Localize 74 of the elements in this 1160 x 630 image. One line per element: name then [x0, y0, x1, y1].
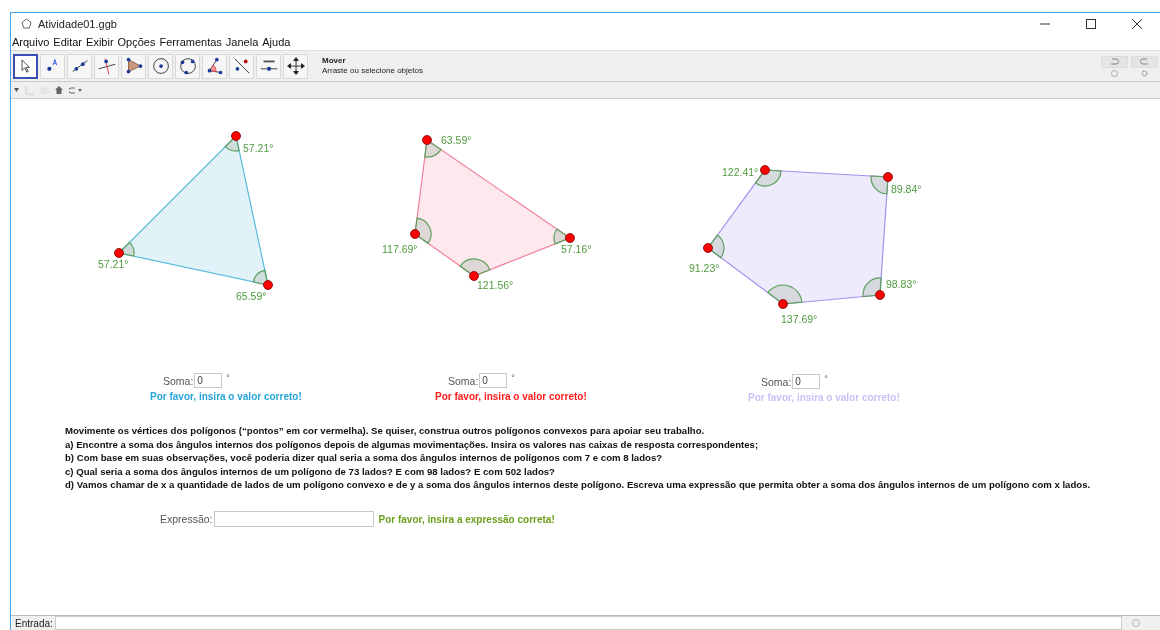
close-icon[interactable]	[1132, 18, 1142, 29]
menu-item[interactable]: Opções	[117, 36, 156, 48]
vertex-point[interactable]	[263, 280, 273, 290]
move-arrows-icon	[284, 55, 307, 77]
vertex-point[interactable]	[703, 243, 713, 253]
vertex-point[interactable]	[231, 131, 241, 141]
instruction-text: Movimente os vértices dos polígonos (“pontos” em cor vermelha). Se quiser, construa outros polígonos convexos para apoiar seu trabalho.	[65, 424, 706, 438]
angle-marker	[870, 175, 889, 195]
vertex-point[interactable]	[469, 271, 479, 281]
degree-unit: °	[226, 373, 230, 383]
redo-icon	[1139, 58, 1149, 65]
angle-marker	[767, 284, 803, 305]
angle-label: 57.21°	[243, 142, 274, 154]
expression-field[interactable]	[213, 511, 374, 527]
home-icon[interactable]	[55, 86, 63, 94]
degree-unit: °	[511, 373, 515, 383]
answer-field[interactable]: 0	[792, 374, 821, 389]
angle-label: 91.23°	[689, 262, 720, 274]
maximize-icon[interactable]	[1086, 18, 1096, 29]
field-label: Soma:	[448, 374, 479, 387]
input-field[interactable]	[54, 616, 1122, 630]
angle-marker	[862, 277, 882, 298]
answer-field[interactable]: 0	[194, 373, 223, 388]
menu-item[interactable]: Janela	[225, 36, 259, 48]
menu-item[interactable]: Ajuda	[262, 36, 291, 48]
pentagon-icon	[21, 18, 32, 29]
menu-item[interactable]: Exibir	[86, 36, 114, 48]
angle-label: 137.69°	[781, 313, 818, 325]
angle-label: 63.59°	[441, 134, 472, 146]
degree-unit: °	[824, 374, 828, 384]
angle-marker	[252, 269, 269, 286]
answer-field[interactable]: 0	[479, 373, 508, 388]
instruction-text: d) Vamos chamar de x a quantidade de lados de um polígono convexo e de y a soma dos ângulos internos deste polígono. Escreva uma expressão que permita obter a soma dos ângulos internos de um polígono com x lados.	[65, 478, 1091, 492]
tool-name: Mover	[322, 56, 347, 66]
angle-label: 65.59°	[236, 290, 267, 302]
capture-icon[interactable]	[69, 86, 83, 94]
input-bar-label: Entrada:	[15, 617, 53, 629]
tool-hint: Arraste ou selecione objetos	[322, 66, 423, 76]
angle-label: 122.41°	[722, 166, 759, 178]
field-label: Expressão:	[160, 513, 213, 525]
tool-button[interactable]	[13, 53, 38, 79]
angle-label: 98.83°	[886, 278, 917, 290]
field-label: Soma:	[761, 375, 792, 388]
angle-marker	[424, 139, 442, 158]
vertex-point[interactable]	[410, 229, 420, 239]
angle-label: 121.56°	[477, 279, 514, 291]
instruction-text: a) Encontre a soma dos ângulos internos dos polígonos depois de algumas movimentações. Insira os valores nas caixas de resposta correspondentes;	[65, 437, 760, 452]
angle-label: 117.69°	[382, 243, 418, 255]
angle-marker	[414, 217, 432, 244]
angle-label: 57.21°	[98, 258, 129, 270]
vertex-point[interactable]	[114, 248, 124, 258]
window-title: Atividade01.ggb	[38, 17, 118, 30]
undo-icon	[1109, 58, 1119, 65]
vertex-point[interactable]	[760, 165, 770, 175]
instruction-text: b) Com base em suas observações, você poderia dizer qual seria a soma dos ângulos internos de polígonos com 7 e com 8 lados?	[65, 451, 664, 465]
menu-item[interactable]: Ferramentas	[159, 36, 222, 48]
feedback-text: Por favor, insira o valor correto!	[435, 391, 587, 402]
menu-item[interactable]: Arquivo	[12, 36, 50, 48]
angle-label: 57.16°	[561, 243, 592, 255]
vertex-point[interactable]	[778, 299, 788, 309]
field-label: Soma:	[163, 374, 194, 387]
menu-item[interactable]: Editar	[53, 36, 83, 48]
feedback-text: Por favor, insira o valor correto!	[150, 391, 302, 402]
caret-icon[interactable]	[14, 88, 19, 92]
vertex-point[interactable]	[883, 172, 893, 182]
vertex-point[interactable]	[565, 233, 575, 243]
angle-label: 89.84°	[891, 183, 922, 195]
angle-marker	[459, 258, 491, 277]
vertex-point[interactable]	[422, 135, 432, 145]
vertex-point[interactable]	[875, 290, 885, 300]
feedback-text: Por favor, insira o valor correto!	[748, 392, 900, 403]
angle-marker	[707, 234, 725, 259]
feedback-text: Por favor, insira a expressão correta!	[378, 513, 555, 525]
instruction-text: c) Qual seria a soma dos ângulos internos de um polígono de 73 lados? E com 98 lados? E com 502 lados?	[65, 464, 556, 479]
